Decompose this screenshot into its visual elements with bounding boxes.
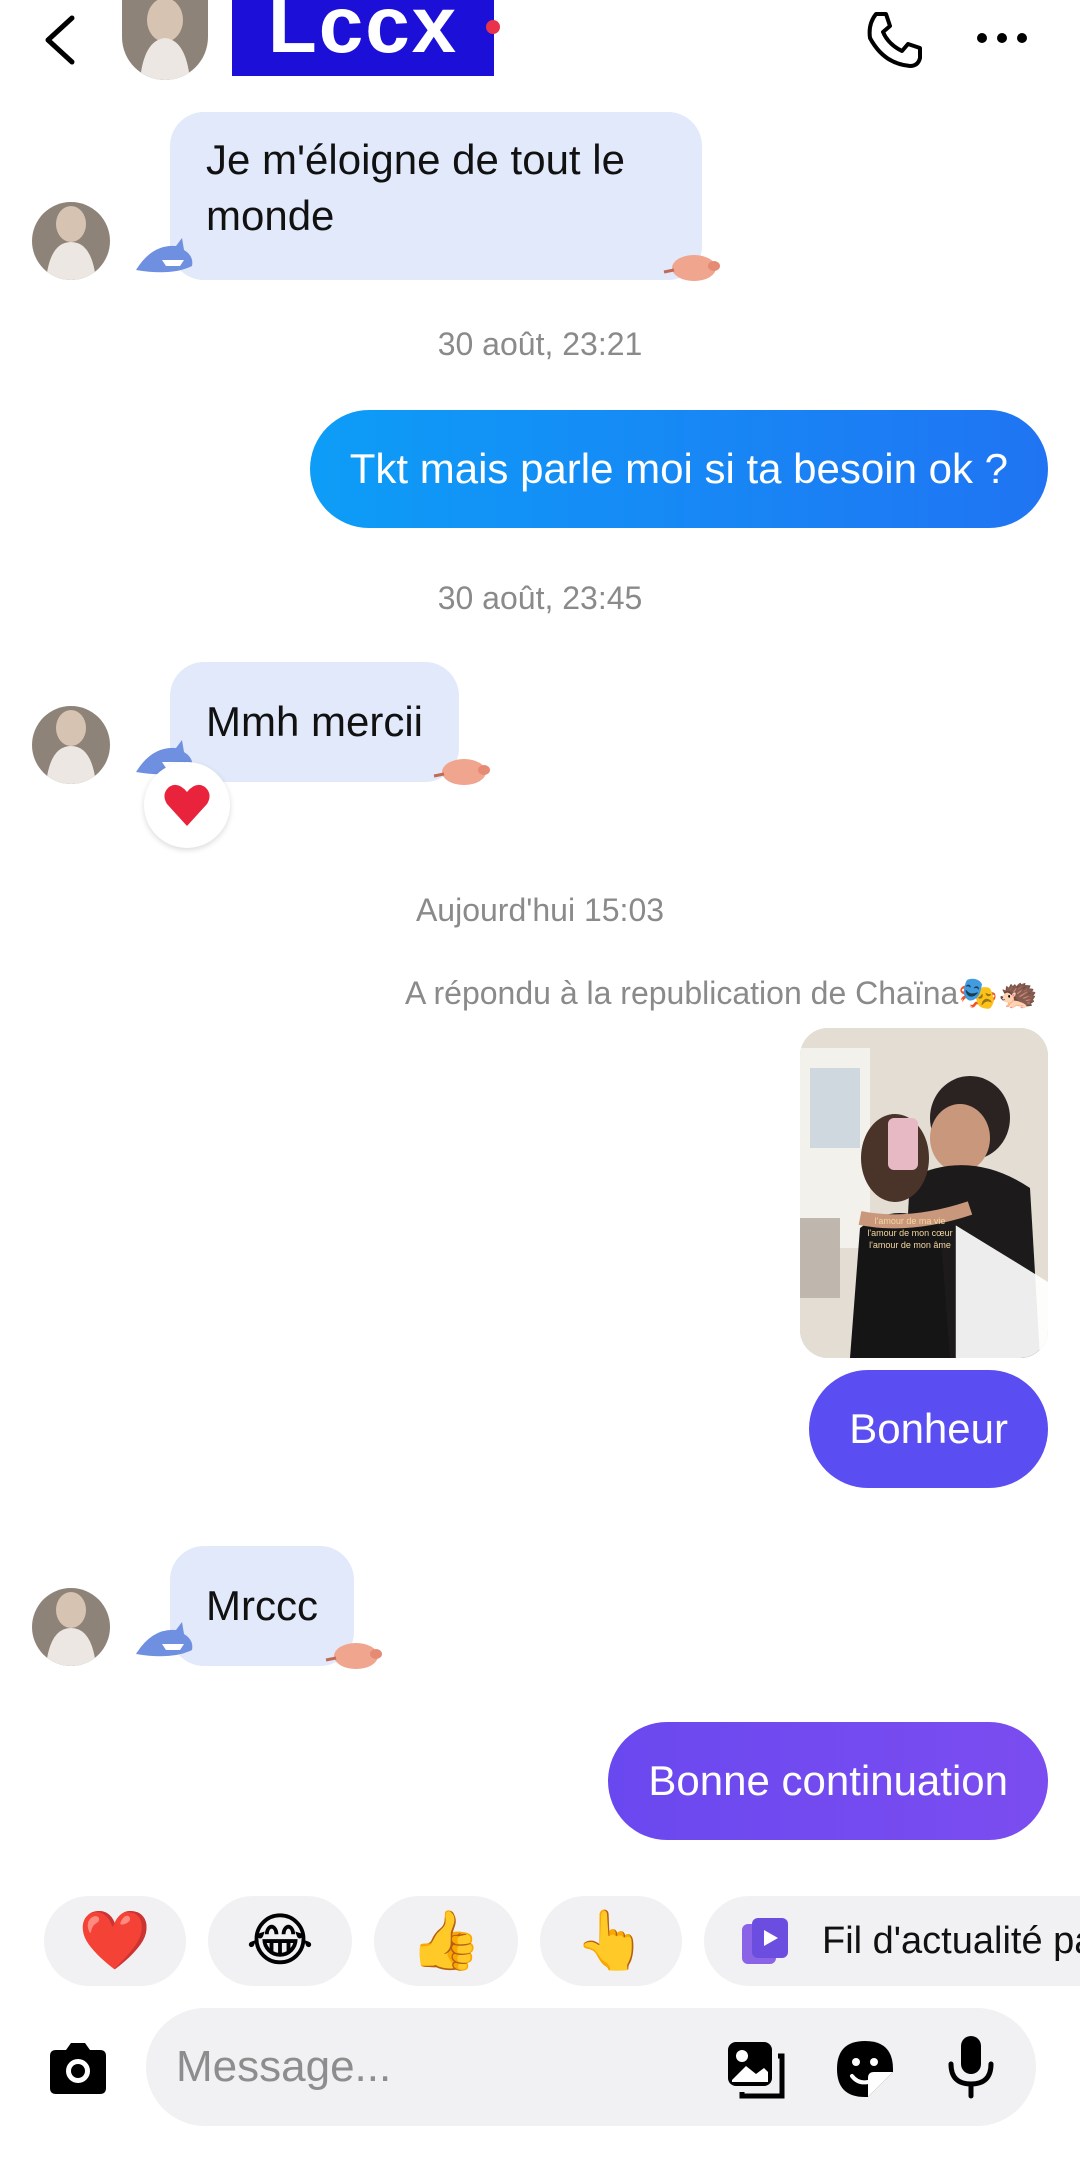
heart-reaction[interactable] — [144, 762, 230, 848]
sender-avatar[interactable] — [32, 1588, 110, 1666]
incoming-message[interactable]: Je m'éloigne de tout le monde — [170, 112, 702, 280]
sticker-icon[interactable] — [834, 2038, 896, 2100]
reply-context-note: A répondu à la republication de Chaïna🎭🦔 — [405, 975, 1038, 1011]
message-input[interactable] — [176, 2034, 696, 2100]
pig-sticker-icon — [325, 1643, 382, 1669]
timestamp: 30 août, 23:45 — [437, 580, 643, 616]
outgoing-message[interactable]: Tkt mais parle moi si ta besoin ok ? — [309, 410, 1048, 528]
contact-avatar[interactable] — [122, 0, 208, 80]
play-icon[interactable] — [892, 1156, 1048, 1358]
more-horizontal-icon[interactable] — [972, 20, 1032, 56]
pig-sticker-icon — [433, 759, 490, 785]
incoming-message[interactable]: Mmh mercii — [170, 662, 459, 782]
feed-chip-label: Fil d'actualité pa — [822, 1920, 1080, 1962]
heart-icon — [164, 784, 210, 826]
feed-icon — [742, 1918, 788, 1964]
pig-sticker-icon — [663, 255, 720, 281]
outgoing-message[interactable]: Bonheur — [809, 1370, 1048, 1488]
active-status-dot — [486, 20, 500, 34]
message-composer — [146, 2008, 1036, 2126]
quick-reply-point-up[interactable]: 👆 — [540, 1896, 682, 1986]
quick-reply-heart[interactable]: ❤️ — [44, 1896, 186, 1986]
feed-chip[interactable]: Fil d'actualité pa — [704, 1896, 1080, 1986]
quick-reply-thumbs-up[interactable]: 👍 — [374, 1896, 518, 1986]
gallery-icon[interactable] — [724, 2038, 786, 2100]
shark-sticker-icon — [136, 238, 193, 273]
contact-name[interactable]: Lccx — [232, 0, 494, 76]
sender-avatar[interactable] — [32, 202, 110, 280]
quick-reply-laugh[interactable]: 😂 — [208, 1896, 352, 1986]
microphone-icon[interactable] — [946, 2034, 996, 2100]
timestamp: 30 août, 23:21 — [437, 326, 643, 362]
sender-avatar[interactable] — [32, 706, 110, 784]
shared-reel-video[interactable]: l'amour de ma vie l'amour de mon cœur l'… — [800, 1028, 1048, 1358]
shark-sticker-icon — [136, 1622, 193, 1657]
phone-icon[interactable] — [862, 8, 926, 72]
timestamp: Aujourd'hui 15:03 — [415, 892, 665, 928]
chevron-left-icon[interactable] — [38, 12, 88, 68]
chat-header: Lccx — [0, 0, 1080, 90]
camera-icon[interactable] — [46, 2040, 110, 2096]
outgoing-message[interactable]: Bonne continuation — [608, 1722, 1048, 1840]
